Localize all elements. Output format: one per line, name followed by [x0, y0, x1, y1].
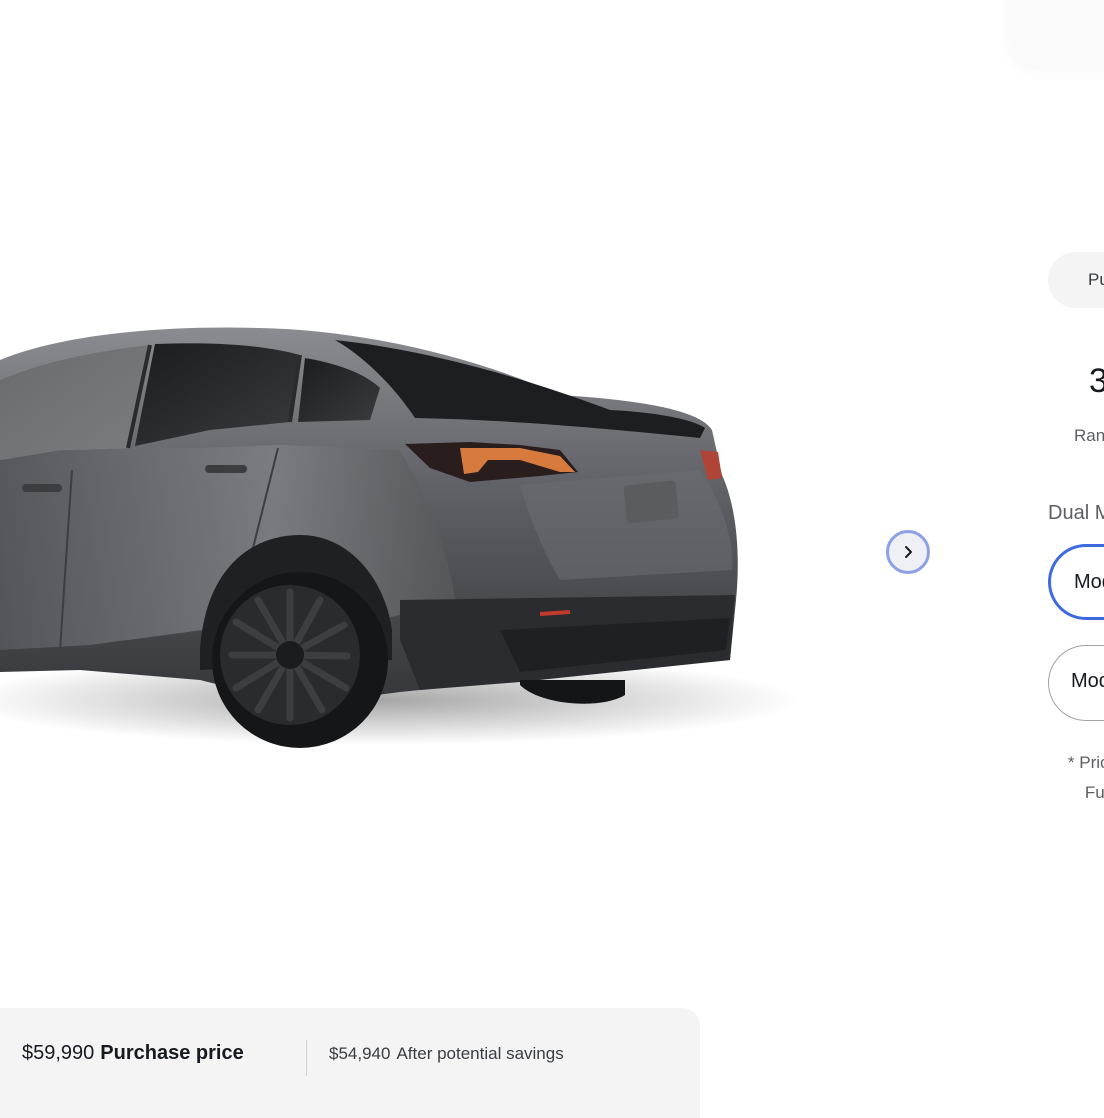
- disclaimer-line: * Price: [1067, 753, 1104, 772]
- savings-price-amount: $54,940: [329, 1044, 391, 1063]
- top-right-card: [1010, 0, 1104, 68]
- tab-purchase[interactable]: Purchase: [1088, 270, 1104, 290]
- savings-price: $54,940 After potential savings: [329, 1044, 564, 1064]
- trim-section-title: Dual Motor: [1048, 502, 1104, 524]
- trim-option-selected[interactable]: Model Y: [1048, 544, 1104, 620]
- chevron-right-icon: [901, 545, 915, 559]
- payment-type-tabs: Purchase: [1048, 252, 1104, 308]
- trim-option[interactable]: Model Y: [1048, 645, 1104, 721]
- carousel-next-button[interactable]: [886, 530, 930, 574]
- trim-option-label: Model Y: [1071, 670, 1104, 692]
- purchase-price-label: Purchase price: [100, 1042, 244, 1064]
- price-disclaimer: * Price Fuel s: [1058, 748, 1104, 838]
- savings-price-label: After potential savings: [396, 1044, 564, 1063]
- disclaimer-line: s: [1058, 808, 1104, 838]
- vehicle-image: [0, 300, 800, 770]
- spec-value: 3: [1089, 362, 1104, 400]
- spec-label: Range: [1074, 426, 1104, 445]
- price-summary-bar[interactable]: $59,990 Purchase price $54,940 After poten…: [0, 1008, 700, 1118]
- purchase-price: $59,990 Purchase price: [22, 1042, 244, 1065]
- trim-option-label: Model Y: [1074, 571, 1104, 593]
- price-divider: [306, 1040, 307, 1076]
- purchase-price-amount: $59,990: [22, 1042, 95, 1064]
- disclaimer-line: Fuel: [1084, 783, 1104, 802]
